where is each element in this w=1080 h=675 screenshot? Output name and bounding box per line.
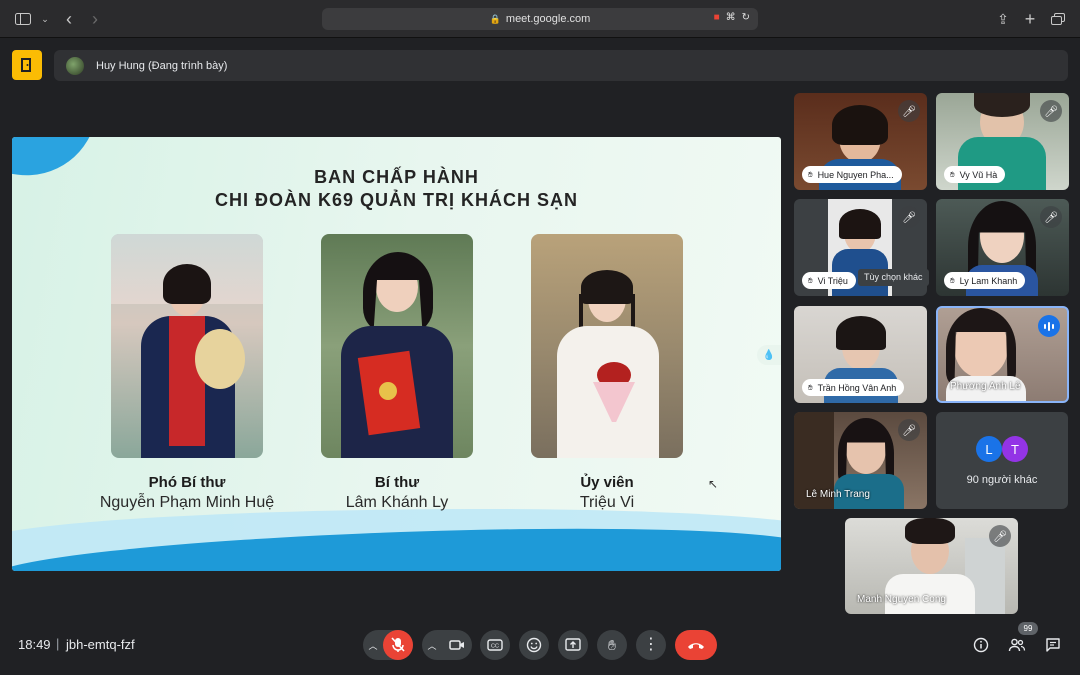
participant-name-label: ✋︎ Ly Lam Khanh <box>944 272 1026 289</box>
people-icon <box>1008 638 1026 652</box>
back-icon[interactable]: ‹ <box>58 9 80 29</box>
mouse-cursor-icon: ↖ <box>708 477 719 491</box>
lock-icon: 🔒 <box>489 13 501 24</box>
companion-side-panel-icon[interactable]: 💧 <box>757 345 781 365</box>
hangup-icon <box>688 643 704 649</box>
browser-toolbar: ⌄ ‹ › 🔒 meet.google.com ■ ⌘ ↻ ⇪ + <box>0 0 1080 38</box>
presenter-info: Huy Hung (Đang trình bày) <box>54 50 1068 81</box>
forward-icon[interactable]: › <box>84 9 106 29</box>
participant-tile-self[interactable]: 🎤︎ Manh Nguyen Cong <box>845 518 1018 614</box>
member-photo-1 <box>111 234 263 458</box>
sidebar-toggle-icon[interactable] <box>12 9 34 29</box>
participant-count-badge: 99 <box>1018 622 1038 635</box>
meeting-time: 18:49 <box>18 637 51 652</box>
more-vert-icon: ⋮ <box>643 636 659 653</box>
mic-off-icon: 🎤︎ <box>898 206 920 228</box>
hand-icon: ✋︎ <box>608 636 616 653</box>
participant-name-label: ✋︎ Vy Vũ Hà <box>944 166 1006 183</box>
present-screen-button[interactable] <box>558 630 588 660</box>
pin-icon: ✋︎ <box>950 275 955 285</box>
avatar: L <box>976 436 1002 462</box>
participant-name-label: Phương Anh Lê <box>950 381 1021 392</box>
chat-icon <box>1046 638 1060 652</box>
raise-hand-button[interactable]: ✋︎ <box>597 630 627 660</box>
door-icon <box>21 58 31 72</box>
member-photo-3 <box>531 234 683 458</box>
url-text: meet.google.com <box>505 13 591 25</box>
meeting-info-button[interactable] <box>970 634 992 656</box>
pin-icon: ✋︎ <box>808 275 813 285</box>
mic-off-icon: 🎤︎ <box>989 525 1011 547</box>
member-photo-2 <box>321 234 473 458</box>
mic-off-icon: 🎤︎ <box>1040 206 1062 228</box>
participant-tile[interactable]: ✋︎ Trần Hồng Vân Anh <box>794 306 927 403</box>
translate-icon[interactable]: ⌘ <box>726 12 736 23</box>
more-participants-count: 90 người khác <box>966 474 1038 486</box>
camera-control-group: ︿ <box>422 630 472 660</box>
leave-call-button[interactable] <box>675 630 717 660</box>
chat-button[interactable] <box>1042 634 1064 656</box>
separator: | <box>56 636 60 651</box>
participant-name-label: ✋︎ Hue Nguyen Pha... <box>802 166 902 183</box>
chevron-up-icon[interactable]: ︿ <box>422 639 442 652</box>
mic-off-icon: 🎤︎ <box>898 419 920 441</box>
member-name-2: Lâm Khánh Ly <box>345 494 449 511</box>
participant-name-label: Lê Minh Trang <box>806 489 870 500</box>
speaking-indicator-icon <box>1038 315 1060 337</box>
more-options-tooltip: Tùy chọn khác <box>858 269 929 286</box>
participant-tile[interactable]: 🎤︎ ✋︎ Hue Nguyen Pha... <box>794 93 927 190</box>
reload-icon[interactable]: ↻ <box>742 12 750 23</box>
mic-off-icon: 🎤︎ <box>898 100 920 122</box>
info-icon <box>973 637 989 653</box>
slide-title-line1: BAN CHẤP HÀNH <box>314 167 479 187</box>
tab-overview-icon[interactable] <box>1047 9 1069 29</box>
presenter-bar: Huy Hung (Đang trình bày) <box>12 50 1068 82</box>
captions-icon: CC <box>487 639 503 651</box>
avatar <box>66 56 84 75</box>
participant-name-label: Manh Nguyen Cong <box>857 594 946 605</box>
presentation-slide: BAN CHẤP HÀNH CHI ĐOÀN K69 QUẢN TRỊ KHÁC… <box>12 137 781 571</box>
mic-off-icon <box>391 637 405 652</box>
more-options-button[interactable]: ⋮ <box>636 630 666 660</box>
participant-tile[interactable]: 🎤︎ Lê Minh Trang <box>794 412 927 509</box>
camera-button[interactable] <box>442 630 472 660</box>
emoji-icon <box>526 637 542 653</box>
present-icon <box>565 638 581 651</box>
chevron-up-icon[interactable]: ︿ <box>363 639 383 652</box>
mic-control-group: ︿ <box>363 630 413 660</box>
member-role-1: Phó Bí thư <box>148 474 226 491</box>
presenter-name: Huy Hung (Đang trình bày) <box>96 59 228 72</box>
camera-icon <box>449 640 464 650</box>
member-role-2: Bí thư <box>374 474 420 491</box>
pin-icon: ✋︎ <box>950 169 955 179</box>
share-icon[interactable]: ⇪ <box>992 9 1014 29</box>
emoji-reaction-button[interactable] <box>519 630 549 660</box>
participant-tile[interactable]: 🎤︎ ✋︎ Vy Vũ Hà <box>936 93 1069 190</box>
participant-tile[interactable]: 🎤︎ ✋︎ Ly Lam Khanh <box>936 199 1069 296</box>
captions-button[interactable]: CC <box>480 630 510 660</box>
mic-off-button[interactable] <box>383 630 413 660</box>
more-participants-tile[interactable]: L T 90 người khác <box>936 412 1068 509</box>
meeting-code: jbh-emtq-fzf <box>66 637 135 652</box>
mic-off-icon: 🎤︎ <box>1040 100 1062 122</box>
participant-name-label: ✋︎ Vi Triệu <box>802 272 856 289</box>
chevron-down-icon[interactable]: ⌄ <box>34 9 56 29</box>
member-name-3: Triệu Vi <box>579 494 635 511</box>
new-tab-icon[interactable]: + <box>1019 9 1041 29</box>
member-role-3: Ủy viên <box>580 474 634 491</box>
avatar: T <box>1002 436 1028 462</box>
participant-name-label: ✋︎ Trần Hồng Vân Anh <box>802 379 905 396</box>
address-bar[interactable]: 🔒 meet.google.com ■ ⌘ ↻ <box>322 8 758 30</box>
svg-text:CC: CC <box>491 644 499 650</box>
people-button[interactable] <box>1006 634 1028 656</box>
pin-icon: ✋︎ <box>808 382 813 392</box>
participant-tile-speaking[interactable]: Phương Anh Lê <box>936 306 1069 403</box>
pin-icon: ✋︎ <box>808 169 813 179</box>
member-name-1: Nguyễn Phạm Minh Huệ <box>99 494 275 511</box>
exit-presentation-button[interactable] <box>12 50 42 80</box>
slide-title-line2: CHI ĐOÀN K69 QUẢN TRỊ KHÁCH SẠN <box>214 190 578 210</box>
camera-active-icon[interactable]: ■ <box>714 12 720 23</box>
